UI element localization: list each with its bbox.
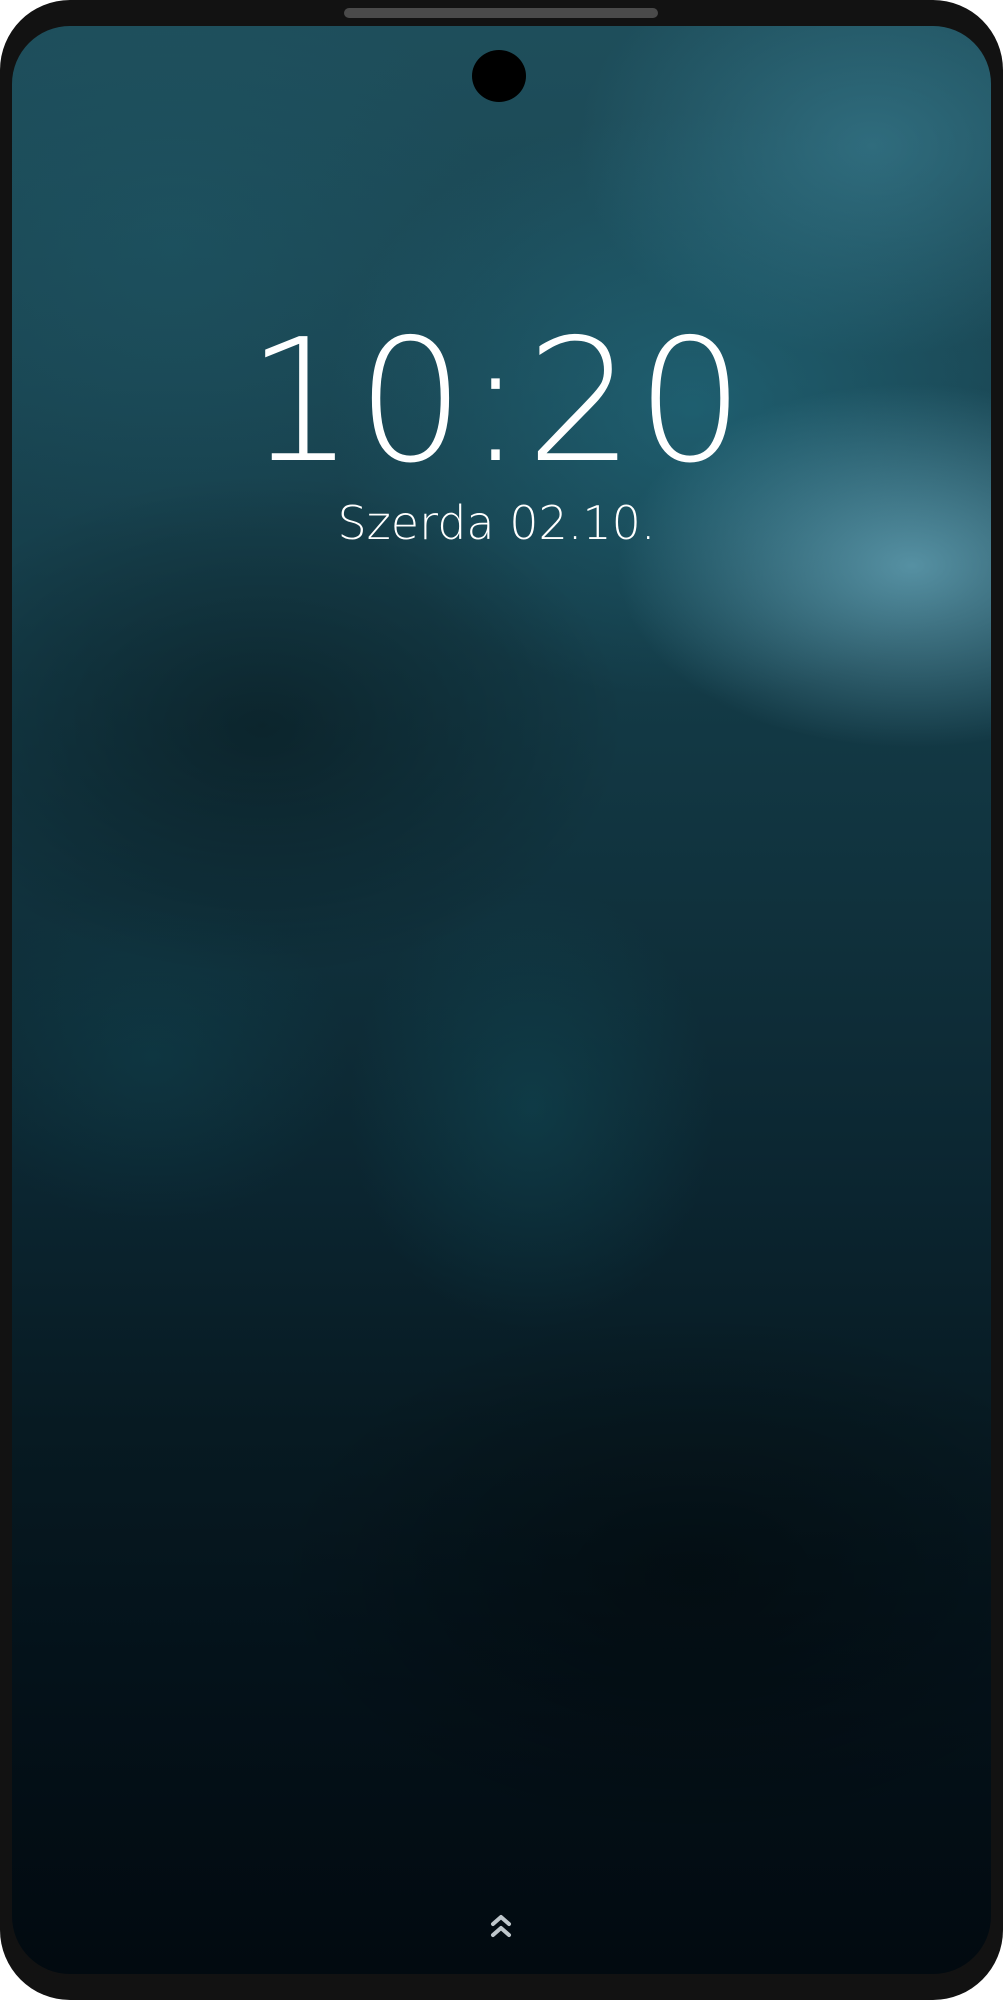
speaker-grille [344,8,658,18]
clock-date: Szerda 02.10. [337,496,656,550]
clock-time: 10:20 [246,303,747,501]
chevron-double-up-icon[interactable] [489,1912,513,1942]
lockscreen-clock: 10:20 Szerda 02.10. [0,302,1003,552]
front-camera-icon [472,50,526,102]
phone-frame: 10:20 Szerda 02.10. [0,0,1003,2000]
